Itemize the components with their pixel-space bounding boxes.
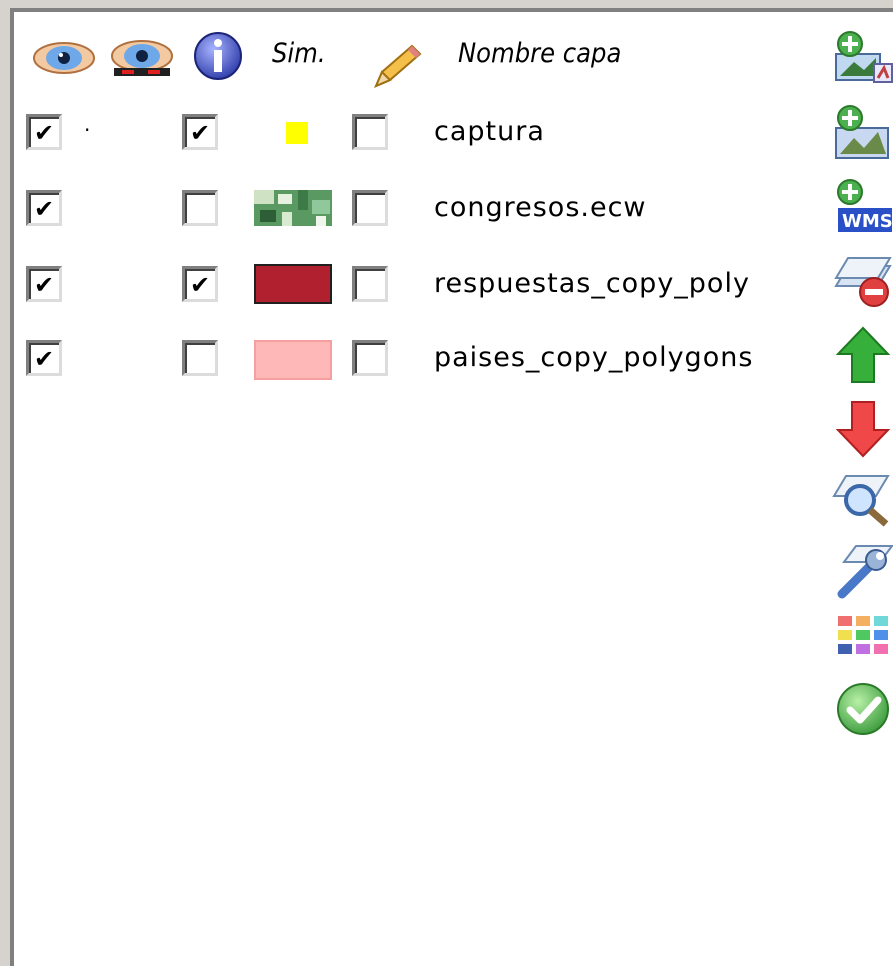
add-layer-icon[interactable]: [832, 28, 893, 86]
symbol-fill-rect: [254, 340, 332, 380]
visible-checkbox[interactable]: ✔: [26, 266, 62, 302]
visible-checkbox[interactable]: ✔: [26, 190, 62, 226]
color-palette-icon[interactable]: [832, 610, 893, 668]
svg-text:WMS: WMS: [842, 211, 893, 232]
symbol-column-header: Sim.: [272, 38, 326, 69]
layer-row[interactable]: ✔ ✔ ✔ congresos.ecw: [14, 184, 829, 254]
header-row: Sim. Nombre capa: [14, 12, 829, 92]
visible-checkbox[interactable]: ✔: [26, 340, 62, 376]
layer-name: captura: [434, 116, 545, 147]
info-icon[interactable]: [192, 30, 244, 82]
move-down-icon[interactable]: [832, 400, 893, 458]
eye-icon[interactable]: [32, 36, 96, 80]
editable-checkbox[interactable]: ✔: [352, 340, 388, 376]
layer-toolbar: WMS: [832, 12, 893, 966]
layer-row[interactable]: ✔ ✔ ✔ respuestas_copy_poly: [14, 260, 829, 330]
add-raster-icon[interactable]: [832, 104, 893, 162]
eye-disabled-icon[interactable]: [110, 36, 174, 84]
remove-layer-icon[interactable]: [832, 252, 893, 310]
editable-checkbox[interactable]: ✔: [352, 266, 388, 302]
editable-checkbox[interactable]: ✔: [352, 114, 388, 150]
active-checkbox[interactable]: ✔: [182, 114, 218, 150]
symbol-yellow-square: [286, 122, 308, 144]
active-checkbox[interactable]: ✔: [182, 340, 218, 376]
raster-thumbnail-icon: [254, 190, 332, 226]
editable-checkbox[interactable]: ✔: [352, 190, 388, 226]
active-checkbox[interactable]: ✔: [182, 266, 218, 302]
active-checkbox[interactable]: ✔: [182, 190, 218, 226]
layer-name-column-header: Nombre capa: [458, 38, 622, 69]
symbol-fill-rect: [254, 264, 332, 304]
layer-properties-icon[interactable]: [832, 542, 893, 600]
add-wms-icon[interactable]: WMS: [832, 178, 893, 236]
layer-name: paises_copy_polygons: [434, 342, 754, 373]
pencil-icon[interactable]: [372, 42, 424, 90]
layer-name: respuestas_copy_poly: [434, 268, 750, 299]
layer-name: congresos.ecw: [434, 192, 647, 223]
accept-icon[interactable]: [832, 680, 893, 738]
zoom-to-layer-icon[interactable]: [832, 470, 893, 528]
layer-manager-panel: Sim. Nombre capa ✔ · ✔ ✔ captura ✔ ✔ ✔: [10, 8, 893, 966]
visible-checkbox[interactable]: ✔: [26, 114, 62, 150]
move-up-icon[interactable]: [832, 326, 893, 384]
layer-row[interactable]: ✔ ✔ ✔ paises_copy_polygons: [14, 334, 829, 404]
layer-row[interactable]: ✔ · ✔ ✔ captura: [14, 108, 829, 178]
focus-dot: ·: [84, 118, 91, 142]
